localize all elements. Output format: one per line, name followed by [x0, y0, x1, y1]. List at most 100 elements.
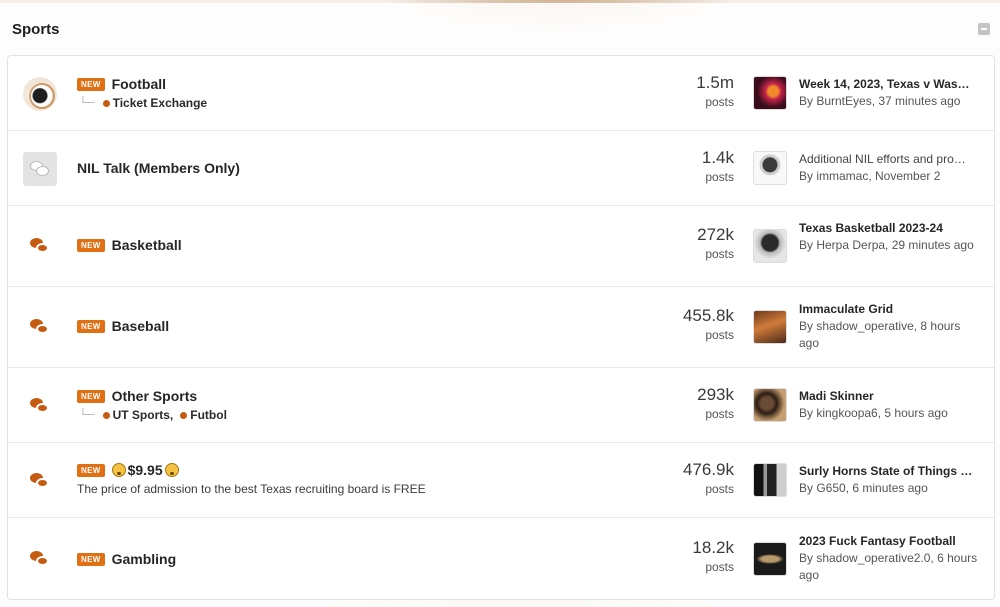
new-badge: NEW — [77, 552, 105, 566]
forum-row-other-sports: NEW Other Sports └─ UT Sports, Futbol 29… — [8, 368, 994, 443]
dizzy-face-emoji-icon — [164, 463, 179, 477]
subforum-link[interactable]: UT Sports, — [102, 408, 173, 422]
latest-thread-title[interactable]: Surly Horns State of Things E… — [799, 463, 979, 480]
forum-main: NEW Football └─ Ticket Exchange — [77, 76, 207, 110]
unread-dot-icon — [102, 411, 110, 419]
post-count: 293k — [697, 385, 734, 404]
forum-logo-icon — [22, 76, 58, 112]
post-count-label: posts — [705, 328, 734, 342]
forum-row-football: NEW Football └─ Ticket Exchange 1.5m pos… — [8, 56, 994, 131]
post-count: 1.5m — [696, 73, 734, 92]
post-count-label: posts — [705, 482, 734, 496]
forum-main: NIL Talk (Members Only) — [77, 160, 240, 176]
latest-thread-title[interactable]: Immaculate Grid — [799, 301, 979, 318]
forum-stats: 476.9k posts — [683, 460, 734, 496]
forum-title-link[interactable]: Gambling — [112, 551, 177, 567]
collapse-icon[interactable] — [978, 23, 990, 35]
forum-stats: 1.5m posts — [696, 73, 734, 109]
forum-row-9-95: NEW $9.95 The price of admission to the … — [8, 443, 994, 518]
latest-thread: 2023 Fuck Fantasy Football By shadow_ope… — [799, 533, 979, 584]
post-count-label: posts — [705, 95, 734, 109]
latest-thread-title[interactable]: 2023 Fuck Fantasy Football — [799, 533, 979, 550]
forum-row-baseball: NEW Baseball 455.8k posts Immaculate Gri… — [8, 287, 994, 368]
forum-title-link[interactable]: Football — [112, 76, 166, 92]
latest-thread-meta: By Herpa Derpa, 29 minutes ago — [799, 238, 974, 252]
latest-thread-thumbnail[interactable] — [753, 76, 787, 110]
unread-dot-icon — [180, 411, 188, 419]
category-header: Sports — [0, 3, 1000, 55]
forum-stats: 272k posts — [697, 225, 734, 261]
forum-locked-icon — [22, 151, 58, 187]
subforum-list: └─ UT Sports, Futbol — [77, 408, 227, 422]
latest-thread: Week 14, 2023, Texas v Was… By BurntEyes… — [799, 76, 979, 110]
forum-category-panel: Sports NEW Football └─ Ticket Exchange 1… — [0, 3, 1000, 607]
forum-stats: 1.4k posts — [702, 148, 734, 184]
chat-bubbles-icon — [22, 463, 58, 499]
forum-title-link[interactable]: $9.95 — [128, 462, 163, 478]
latest-thread-meta: By BurntEyes, 37 minutes ago — [799, 94, 961, 108]
forum-title-link[interactable]: Basketball — [112, 237, 182, 253]
new-badge: NEW — [77, 77, 105, 91]
chat-bubbles-icon — [22, 541, 58, 577]
chat-bubbles-icon — [22, 228, 58, 264]
forum-list: NEW Football └─ Ticket Exchange 1.5m pos… — [7, 55, 995, 600]
forum-stats: 455.8k posts — [683, 306, 734, 342]
forum-main: NEW Gambling — [77, 551, 176, 567]
new-badge: NEW — [77, 389, 105, 403]
latest-thread: Immaculate Grid By shadow_operative, 8 h… — [799, 301, 979, 352]
latest-thread-thumbnail[interactable] — [753, 463, 787, 497]
latest-thread-title[interactable]: Additional NIL efforts and pro… — [799, 151, 979, 168]
forum-main: NEW $9.95 The price of admission to the … — [77, 462, 426, 496]
forum-description: The price of admission to the best Texas… — [77, 482, 426, 496]
forum-title-link[interactable]: Other Sports — [112, 388, 198, 404]
latest-thread-thumbnail[interactable] — [753, 151, 787, 185]
latest-thread-thumbnail[interactable] — [753, 229, 787, 263]
forum-title-link[interactable]: Baseball — [112, 318, 170, 334]
latest-thread-title[interactable]: Texas Basketball 2023-24 — [799, 220, 979, 237]
forum-stats: 18.2k posts — [692, 538, 734, 574]
unread-dot-icon — [102, 99, 110, 107]
latest-thread-title[interactable]: Madi Skinner — [799, 388, 979, 405]
latest-thread-thumbnail[interactable] — [753, 388, 787, 422]
latest-thread: Surly Horns State of Things E… By G650, … — [799, 463, 979, 497]
post-count-label: posts — [705, 170, 734, 184]
post-count: 455.8k — [682, 306, 734, 325]
post-count-label: posts — [705, 407, 734, 421]
latest-thread-meta: By shadow_operative, 8 hours ago — [799, 319, 961, 350]
chat-bubbles-icon — [22, 309, 58, 345]
forum-row-nil-talk: NIL Talk (Members Only) 1.4k posts Addit… — [8, 131, 994, 206]
latest-thread-thumbnail[interactable] — [753, 542, 787, 576]
post-count: 272k — [697, 225, 734, 244]
dizzy-face-emoji-icon — [111, 463, 126, 477]
latest-thread: Texas Basketball 2023-24 By Herpa Derpa,… — [799, 220, 979, 254]
tree-branch-icon: └─ — [79, 409, 95, 421]
latest-thread-meta: By immamac, November 2 — [799, 169, 941, 183]
forum-stats: 293k posts — [697, 385, 734, 421]
latest-thread: Additional NIL efforts and pro… By immam… — [799, 151, 979, 185]
new-badge: NEW — [77, 319, 105, 333]
subforum-link[interactable]: Futbol — [180, 408, 227, 422]
new-badge: NEW — [77, 463, 105, 477]
forum-row-gambling: NEW Gambling 18.2k posts 2023 Fuck Fanta… — [8, 518, 994, 599]
new-badge: NEW — [77, 238, 105, 252]
forum-main: NEW Other Sports └─ UT Sports, Futbol — [77, 388, 227, 422]
forum-main: NEW Basketball — [77, 237, 182, 253]
category-title[interactable]: Sports — [12, 21, 60, 38]
post-count: 476.9k — [682, 460, 734, 479]
forum-title-link[interactable]: NIL Talk (Members Only) — [77, 160, 240, 176]
post-count-label: posts — [705, 247, 734, 261]
latest-thread: Madi Skinner By kingkoopa6, 5 hours ago — [799, 388, 979, 422]
latest-thread-thumbnail[interactable] — [753, 310, 787, 344]
latest-thread-meta: By kingkoopa6, 5 hours ago — [799, 406, 948, 420]
forum-row-basketball: NEW Basketball 272k posts Texas Basketba… — [8, 206, 994, 287]
latest-thread-meta: By G650, 6 minutes ago — [799, 481, 928, 495]
tree-branch-icon: └─ — [79, 97, 95, 109]
subforum-list: └─ Ticket Exchange — [77, 96, 207, 110]
chat-bubbles-icon — [22, 388, 58, 424]
subforum-link[interactable]: Ticket Exchange — [102, 96, 207, 110]
post-count-label: posts — [705, 560, 734, 574]
latest-thread-meta: By shadow_operative2.0, 6 hours ago — [799, 551, 978, 582]
post-count: 1.4k — [701, 148, 734, 167]
forum-main: NEW Baseball — [77, 318, 169, 334]
latest-thread-title[interactable]: Week 14, 2023, Texas v Was… — [799, 76, 979, 93]
